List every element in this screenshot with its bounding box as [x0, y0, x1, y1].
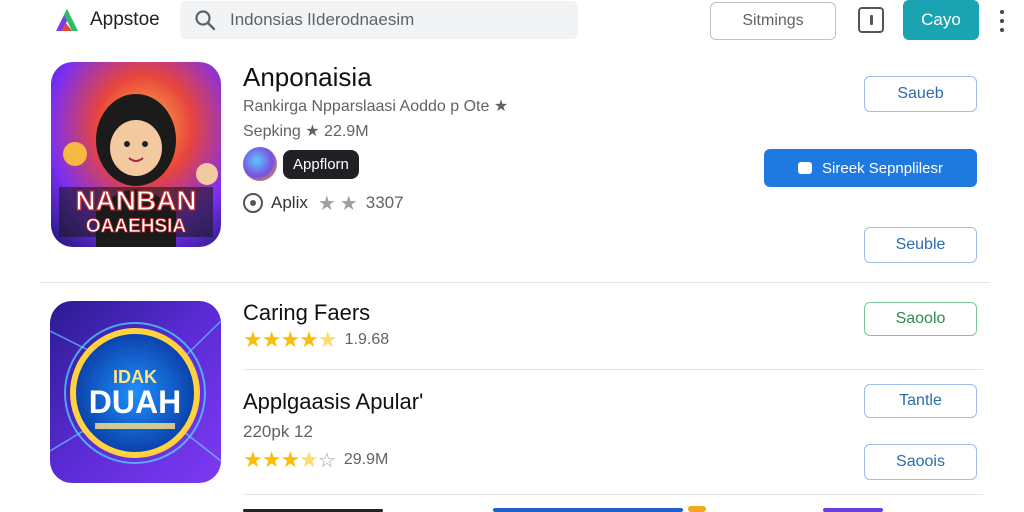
- app1-icon-text-top: NANBAN: [75, 185, 196, 216]
- app2-title[interactable]: Caring Faers: [243, 300, 370, 326]
- developer-avatar: [243, 147, 277, 181]
- section-divider: [40, 282, 990, 283]
- primary-action-button[interactable]: Cayo: [903, 0, 979, 40]
- search-icon: [195, 10, 216, 31]
- app1-title[interactable]: Anponaisia: [243, 62, 372, 93]
- next-row-peek: [243, 506, 983, 512]
- app1-subtitle: Rankirga Npparslaasi Aoddo p Ote ★: [243, 98, 509, 115]
- star-icon: ★: [317, 192, 336, 215]
- app2-size-info: 220pk 12: [243, 422, 313, 441]
- app-logo[interactable]: Appstoe: [52, 0, 178, 40]
- app1-top-button[interactable]: Saueb: [864, 76, 977, 112]
- appstore-logo-icon: [56, 9, 78, 31]
- chat-icon: [798, 162, 813, 174]
- more-options-icon[interactable]: [996, 10, 1008, 32]
- row-divider: [243, 369, 983, 370]
- star-icon: ★★★★: [243, 327, 319, 352]
- search-input[interactable]: [230, 10, 570, 30]
- app1-bottom-button[interactable]: Seuble: [864, 227, 977, 263]
- app1-artwork: NANBAN OAAEHSIA: [51, 62, 221, 247]
- settings-button[interactable]: Sitmings: [710, 2, 836, 40]
- star-empty-icon: ☆: [317, 449, 336, 472]
- app1-developer-badge[interactable]: Appflorn: [243, 147, 359, 181]
- row-divider: [243, 494, 983, 495]
- app1-rating-row: Aplix ★ ★ 3307: [243, 191, 404, 215]
- app1-aplix-label: Aplix: [271, 193, 308, 212]
- star-half-icon: ★: [317, 327, 338, 352]
- app1-icon-text-bottom: OAAEHSIA: [86, 216, 187, 237]
- app2-subtitle[interactable]: Applgaasis Apular': [243, 389, 423, 415]
- search-bar[interactable]: [180, 1, 578, 39]
- app2-artwork: IDAK DUAH: [50, 301, 221, 483]
- app2-green-button[interactable]: Saoolo: [864, 302, 977, 336]
- app2-icon-text-mid: DUAH: [89, 384, 181, 420]
- app2-saools-button[interactable]: Saoois: [864, 444, 977, 480]
- app2-tantle-button[interactable]: Tantle: [864, 384, 977, 418]
- app2-rating-2: ★★★ ★ ☆ 29.9M: [243, 447, 388, 473]
- info-icon[interactable]: [858, 7, 884, 33]
- star-half-icon: ★: [299, 447, 319, 472]
- top-bar: Appstoe Sitmings Cayo: [0, 0, 1024, 40]
- app2-rating-count: 1.9.68: [344, 331, 390, 348]
- radio-icon: [243, 193, 263, 213]
- star-icon: ★★★: [243, 447, 300, 472]
- app2-rating: ★★★★ ★ 1.9.68: [243, 327, 389, 353]
- star-icon: ★: [339, 192, 358, 215]
- app1-primary-button[interactable]: Sireek Sepnplilesr: [764, 149, 977, 187]
- app2-rating-count-2: 29.9M: [343, 451, 389, 468]
- app1-icon[interactable]: NANBAN OAAEHSIA: [51, 62, 221, 247]
- app1-size-info: Sepking ★ 22.9M: [243, 123, 369, 140]
- app1-primary-button-label: Sireek Sepnplilesr: [822, 159, 943, 177]
- app1-rating-count: 3307: [365, 193, 404, 212]
- app2-icon[interactable]: IDAK DUAH: [50, 301, 221, 483]
- developer-chip: Appflorn: [283, 149, 359, 179]
- logo-text: Appstoe: [90, 9, 160, 30]
